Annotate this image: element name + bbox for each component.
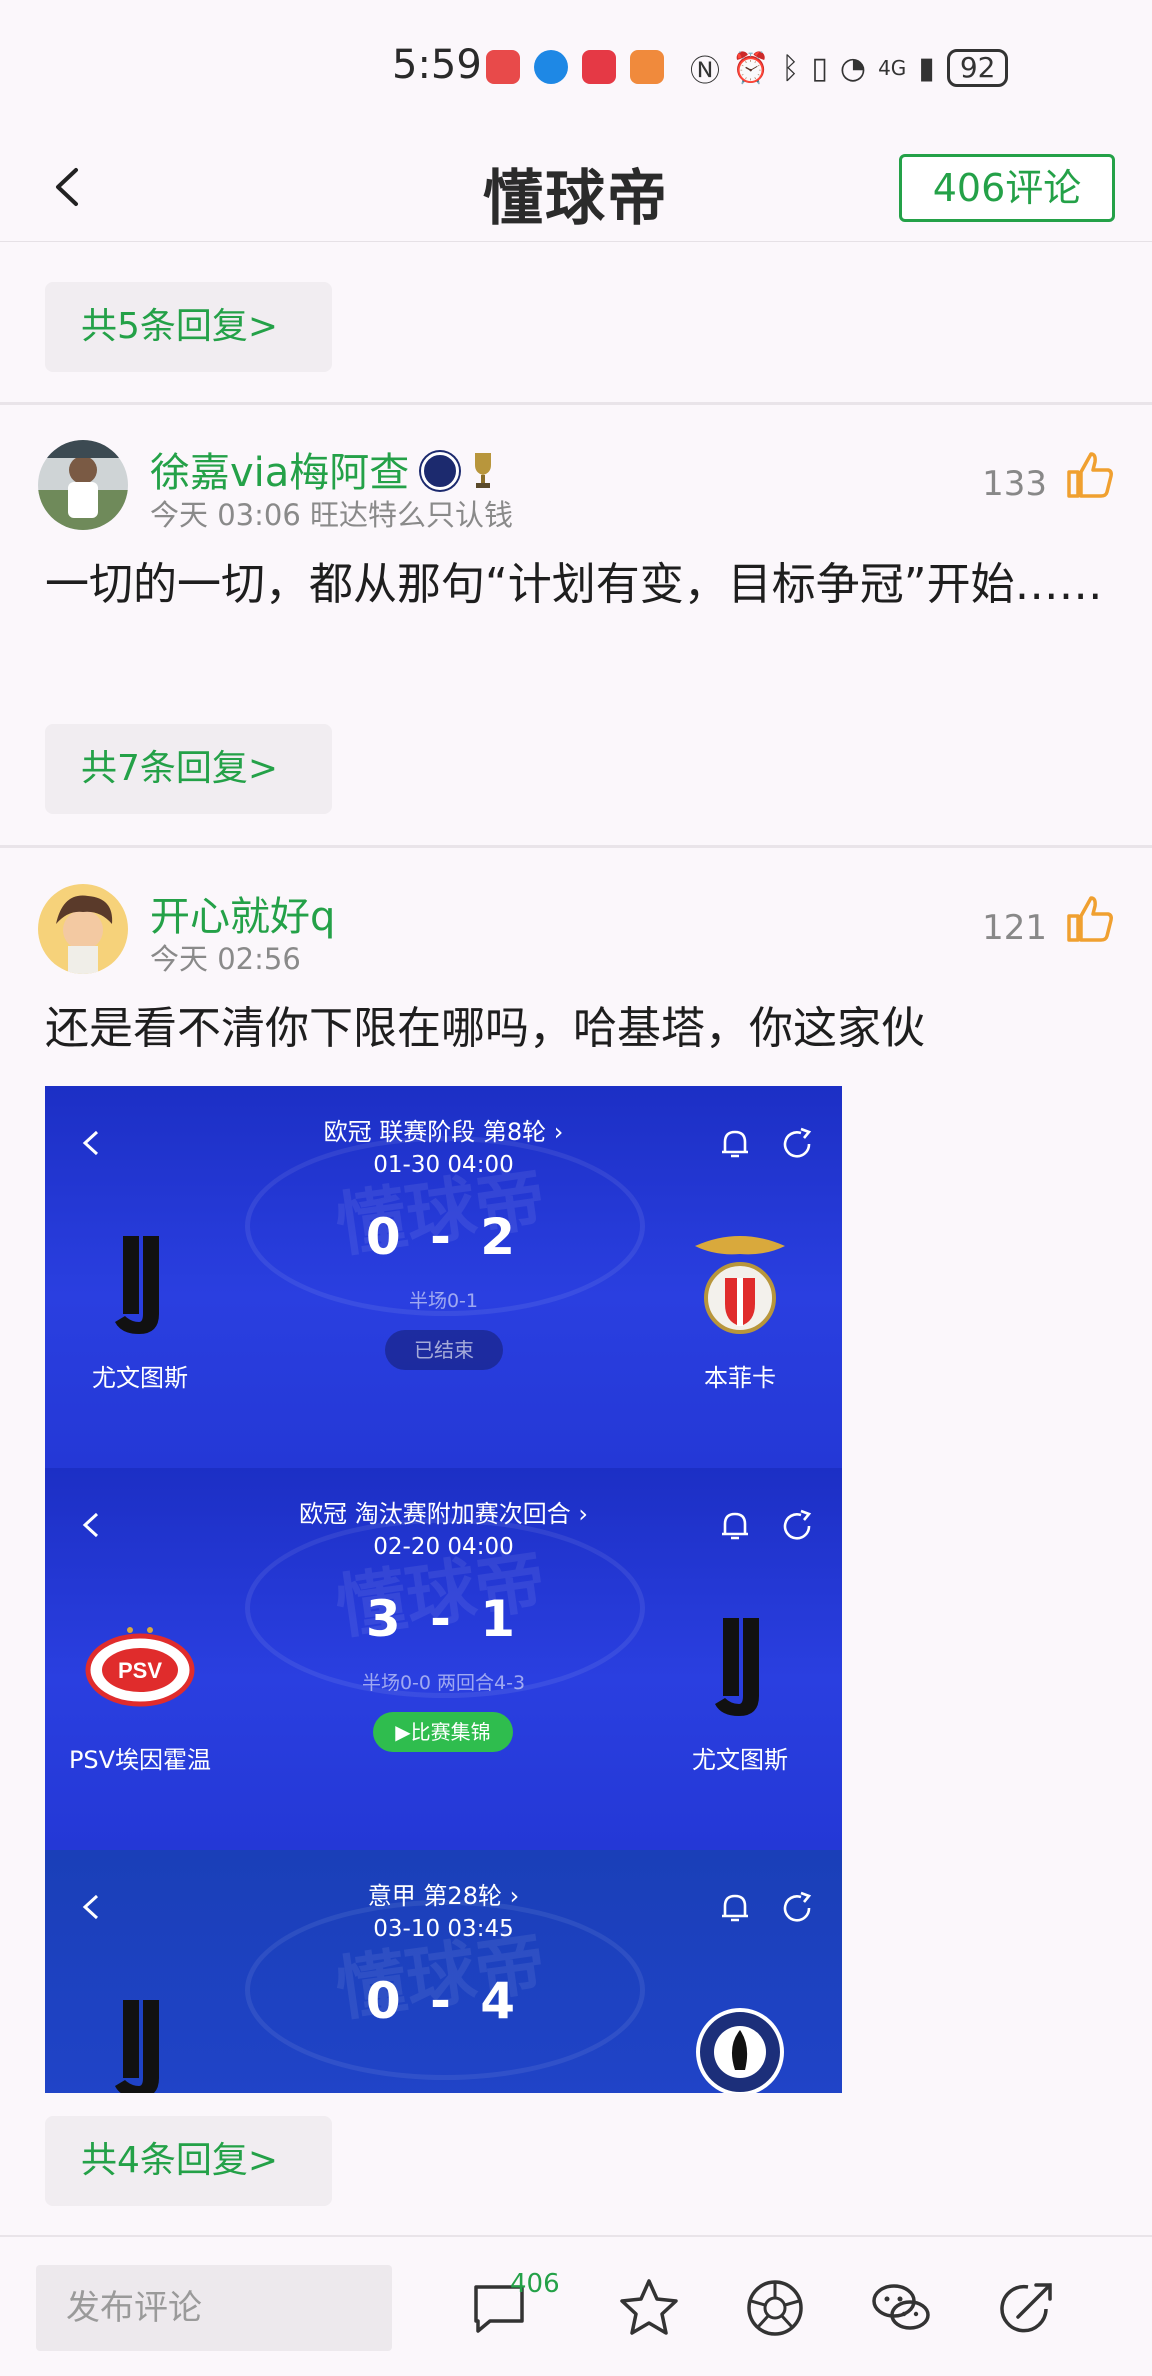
match-league: 意甲 第28轮 › (367, 1882, 520, 1910)
trophy-icon (475, 453, 492, 488)
app-notification-icon (582, 50, 616, 84)
match-card: 懂球帝 欧冠 淘汰赛附加赛次回合 › 02-20 04:00 PSV 3 - 1… (45, 1468, 842, 1850)
comment-count-button[interactable]: 406评论 (899, 154, 1115, 222)
moments-icon[interactable] (742, 2275, 808, 2341)
status-time: 5:59 (392, 42, 482, 88)
match-card: 懂球帝 欧冠 联赛阶段 第8轮 › 01-30 04:00 0 - 2 半场0-… (45, 1086, 842, 1468)
show-replies-button[interactable]: 共4条回复> (45, 2116, 332, 2206)
comment-text: 还是看不清你下限在哪吗，哈基塔，你这家伙 (45, 1003, 925, 1054)
comment-text: 一切的一切，都从那句“计划有变，目标争冠”开始…… (45, 559, 1103, 610)
bluetooth-icon: ᛒ (781, 50, 800, 86)
match-halftime: 半场0-0 两回合4-3 (361, 1672, 526, 1694)
comment-meta: 今天 03:06 旺达特么只认钱 (150, 498, 514, 532)
username[interactable]: 徐嘉via梅阿查 (150, 440, 497, 498)
notification-icons (486, 50, 664, 84)
match-score: 0 - 2 (365, 1208, 522, 1266)
battery-indicator: 92 (946, 49, 1009, 87)
thumbs-up-icon[interactable] (1065, 450, 1115, 500)
away-team-name: 尤文图斯 (692, 1746, 788, 1774)
wechat-icon[interactable] (868, 2275, 934, 2341)
match-date: 01-30 04:00 (373, 1152, 514, 1178)
avatar[interactable] (38, 440, 128, 530)
wifi-icon: ◔ (839, 50, 867, 86)
comment-meta: 今天 02:56 (150, 942, 301, 976)
nfc-icon: Ⓝ (690, 54, 720, 89)
share-icon[interactable] (994, 2275, 1060, 2341)
system-icons: Ⓝ ⏰ ᛒ ▯ ◔ 4G ▮ 92 (690, 46, 1009, 90)
match-score: 0 - 4 (365, 1972, 522, 2030)
star-icon[interactable] (616, 2275, 682, 2341)
divider (0, 845, 1152, 848)
show-replies-button[interactable]: 共7条回复> (45, 724, 332, 814)
divider (0, 402, 1152, 405)
match-league: 欧冠 联赛阶段 第8轮 › (323, 1118, 564, 1146)
avatar[interactable] (38, 884, 128, 974)
username-text: 徐嘉via梅阿查 (150, 450, 410, 496)
like-count: 121 (982, 908, 1047, 948)
post-comment-input[interactable]: 发布评论 (36, 2265, 392, 2351)
match-date: 02-20 04:00 (373, 1534, 514, 1560)
app-notification-icon (486, 50, 520, 84)
show-replies-button[interactable]: 共5条回复> (45, 282, 332, 372)
match-league: 欧冠 淘汰赛附加赛次回合 › (299, 1500, 588, 1528)
thumbs-up-icon[interactable] (1065, 894, 1115, 944)
home-team-name: 尤文图斯 (92, 1364, 188, 1392)
status-bar: 5:59 Ⓝ ⏰ ᛒ ▯ ◔ 4G ▮ 92 (0, 0, 1152, 132)
like-count: 133 (982, 464, 1047, 504)
comment-count-badge: 406 (510, 2269, 560, 2299)
highlights-button: ▶比赛集锦 (373, 1712, 513, 1752)
alarm-icon: ⏰ (732, 50, 770, 86)
comment-item: 开心就好q 今天 02:56 121 还是看不清你下限在哪吗，哈基塔，你这家伙 (0, 884, 1152, 1074)
bottom-action-bar: 发布评论 406 (0, 2235, 1152, 2376)
comment-image[interactable]: 懂球帝 欧冠 联赛阶段 第8轮 › 01-30 04:00 0 - 2 半场0-… (45, 1086, 842, 2093)
match-halftime: 半场0-1 (408, 1290, 479, 1312)
top-nav: 懂球帝 406评论 (0, 132, 1152, 242)
network-label: 4G (878, 56, 907, 80)
away-team-name: 本菲卡 (704, 1364, 776, 1392)
match-score: 3 - 1 (365, 1590, 522, 1648)
vibrate-icon: ▯ (811, 50, 828, 86)
team-badge-icon (421, 452, 460, 490)
health-app-icon (630, 50, 664, 84)
match-date: 03-10 03:45 (373, 1916, 514, 1942)
match-status: 已结束 (385, 1330, 503, 1370)
username[interactable]: 开心就好q (150, 884, 335, 942)
shield-app-icon (534, 50, 568, 84)
home-team-name: PSV埃因霍温 (68, 1746, 212, 1774)
match-card: 懂球帝 意甲 第28轮 › 03-10 03:45 0 - 4 (45, 1850, 842, 2093)
signal-icon: ▮ (918, 50, 935, 86)
